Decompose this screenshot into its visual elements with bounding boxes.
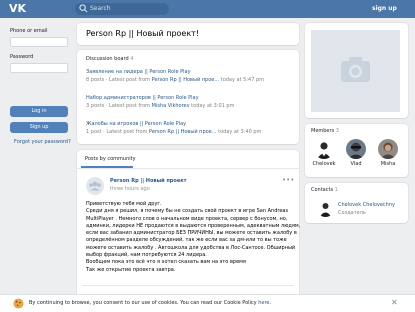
topic-name[interactable]: Заявление на лидера || Person Role Play (86, 69, 291, 76)
search-field[interactable]: Search (75, 3, 169, 15)
topic-posts: 3 posts (86, 103, 105, 109)
member-avatar (378, 139, 398, 159)
login-button[interactable]: Log in (10, 106, 68, 117)
member-item[interactable]: Vlad (342, 139, 370, 167)
contact-name[interactable]: Chelovek Chelovechny (338, 202, 395, 208)
members-label: Members (311, 128, 335, 134)
password-input[interactable] (10, 63, 68, 73)
topic-last-author[interactable]: Person Rp || Новый прое... (149, 129, 217, 135)
topic-posts: 1 post (86, 129, 102, 135)
member-name: Vlad (350, 161, 362, 167)
phone-label: Phone or email (10, 28, 48, 34)
person-avatar-icon (314, 139, 334, 159)
cookie-icon (13, 298, 24, 309)
cookie-message: By continuing to browse, you consent to … (29, 300, 257, 306)
member-avatar (314, 139, 334, 159)
contacts-label: Contacts (311, 187, 334, 193)
login-panel: Phone or email Password Log in Sign up F… (7, 23, 71, 145)
password-label: Password (10, 54, 34, 60)
topic-time: today at 3:40 pm (218, 129, 262, 135)
cookie-text: By continuing to browse, you consent to … (29, 300, 272, 306)
phone-input[interactable] (10, 37, 68, 47)
vk-logo[interactable]: VK (9, 3, 27, 15)
contact-role: Создатель (338, 210, 366, 216)
community-title: Person Rp || Новый проект! (86, 29, 200, 38)
topic-last-author[interactable]: Misha Vikhorev (152, 103, 190, 109)
post-author[interactable]: Person Rp || Новый проект (110, 178, 187, 184)
signup-button[interactable]: Sign up (10, 122, 68, 133)
posts-tabs: Posts by community (77, 150, 299, 169)
forgot-password-link[interactable]: Forgot your password? (14, 139, 71, 145)
members-title[interactable]: Members 3 (311, 128, 339, 134)
contact-avatar[interactable] (317, 200, 334, 217)
post-line: можете оставить жалобу . Автошкола для у… (86, 244, 296, 251)
member-item[interactable]: Chelovek (310, 139, 338, 167)
discussion-board-title[interactable]: Discussion board 4 (86, 56, 133, 62)
member-name: Chelovek (312, 161, 336, 167)
post-time[interactable]: three hours ago (110, 186, 150, 192)
post-line: выбор фракций, нам потребуются 24 лидера… (86, 252, 207, 259)
post-line: Вообщем пока это всё что я хотел сказать… (86, 259, 246, 266)
post-more-icon[interactable]: ••• (282, 176, 294, 184)
topic-time: today at 3:01 pm (191, 103, 235, 109)
top-bar: VK Search sign up (0, 0, 415, 18)
post-line: админки, лидерки НЕ продаются в выдаются… (86, 222, 301, 229)
person-avatar-icon (346, 139, 366, 159)
topic-name[interactable]: Набор администраторов || Person Role Pla… (86, 95, 291, 102)
topic-prefix: Latest post from (106, 129, 148, 135)
discussion-topic[interactable]: Жалобы на игроков || Person Role Play 1 … (86, 121, 291, 136)
discussion-topic[interactable]: Заявление на лидера || Person Role Play … (86, 69, 291, 84)
topic-prefix: Latest post from (108, 77, 151, 83)
post-line: Так же открытие проекта завтра. (86, 266, 176, 273)
topic-prefix: Latest post from (108, 103, 151, 109)
post-line: Среди дня я решил, я почему бы не создат… (86, 208, 289, 215)
post-line: определённом разделе обсуждений, так же … (86, 237, 287, 244)
discussion-board-label: Discussion board (86, 56, 129, 62)
contacts-count: 1 (334, 187, 338, 193)
contacts-title[interactable]: Contacts 1 (311, 187, 338, 193)
search-placeholder: Search (90, 5, 111, 12)
topic-last-author[interactable]: Person Rp || Новый прое... (152, 77, 220, 83)
close-icon[interactable]: ✕ (391, 298, 398, 308)
topic-name[interactable]: Жалобы на игроков || Person Role Play (86, 121, 291, 128)
post-text: Приветствую тебя мой друг. Среди дня я р… (86, 201, 301, 274)
topic-meta: 8 posts · Latest post from Person Rp || … (86, 77, 265, 83)
community-header: Person Rp || Новый проект! (77, 23, 299, 45)
post-author-avatar[interactable] (86, 177, 104, 195)
discussion-topic[interactable]: Набор администраторов || Person Role Pla… (86, 95, 291, 110)
member-avatar (346, 139, 366, 159)
contacts-block: Contacts 1 Chelovek Chelovechny Создател… (305, 183, 408, 223)
posts-feed: Posts by community Person Rp || Новый пр… (77, 150, 301, 312)
post-line: MultiPlayer . Немного слов о начальном в… (86, 215, 288, 222)
camera-placeholder-icon (341, 57, 370, 82)
member-item[interactable]: Misha (374, 139, 402, 167)
topic-meta: 1 post · Latest post from Person Rp || Н… (86, 129, 262, 135)
member-name: Misha (380, 161, 396, 167)
members-block: Members 3 Chelovek Vlad Misha (305, 124, 408, 177)
community-avatar-icon (89, 181, 101, 191)
cookie-bar: By continuing to browse, you consent to … (0, 294, 415, 312)
discussion-board: Discussion board 4 Заявление на лидера |… (77, 50, 299, 144)
search-icon (79, 4, 88, 13)
topic-posts: 8 posts (86, 77, 105, 83)
person-avatar-icon (317, 200, 334, 217)
community-photo[interactable] (311, 30, 400, 112)
topic-meta: 3 posts · Latest post from Misha Vikhore… (86, 103, 235, 109)
topic-time: today at 5:47 pm (220, 77, 265, 83)
cookie-policy-link[interactable]: here (258, 300, 269, 306)
active-tab-indicator (81, 166, 133, 168)
signup-link[interactable]: sign up (372, 3, 397, 15)
members-count: 3 (335, 128, 339, 134)
discussion-count: 4 (130, 56, 134, 62)
tab-posts-by-community[interactable]: Posts by community (85, 156, 136, 162)
community-cover (305, 23, 408, 118)
person-avatar-icon (378, 139, 398, 159)
post-divider (82, 285, 294, 286)
